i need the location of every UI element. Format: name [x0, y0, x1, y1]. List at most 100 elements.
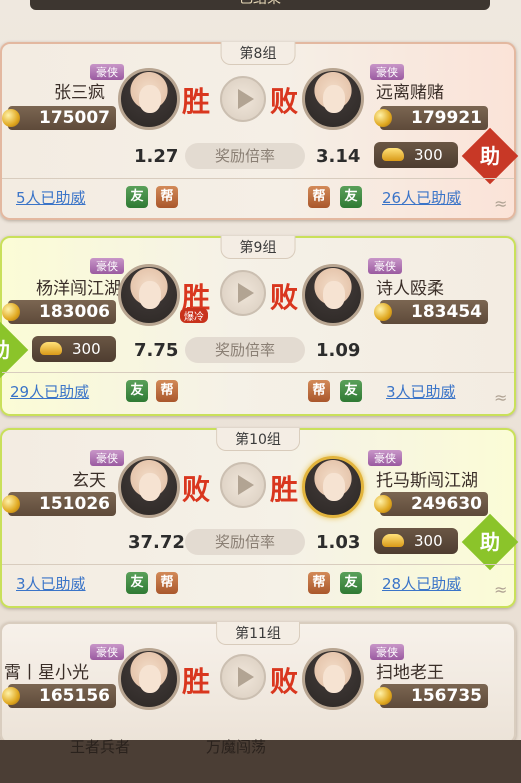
power-coin-icon	[2, 495, 20, 513]
hero-tag: 豪侠	[90, 644, 124, 660]
reward-rate-label: 奖励倍率	[185, 529, 305, 555]
replay-play-button[interactable]	[220, 270, 266, 316]
left-avatar[interactable]	[118, 264, 180, 326]
right-odds: 3.14	[316, 146, 361, 167]
power-coin-icon	[374, 687, 392, 705]
right-player-name: 远离赌赌	[376, 83, 444, 103]
upset-badge: 爆冷	[180, 308, 208, 323]
left-avatar[interactable]	[118, 68, 180, 130]
friend-button[interactable]: 友	[126, 380, 148, 402]
hero-tag: 豪侠	[90, 450, 124, 466]
replay-play-button[interactable]	[220, 462, 266, 508]
assist-marker: 助	[0, 321, 29, 379]
right-power: 183454	[380, 300, 488, 324]
bet-amount-badge: 300	[32, 336, 116, 362]
decoration-swirl-icon: ≈	[494, 580, 508, 599]
power-coin-icon	[2, 687, 20, 705]
guild-button[interactable]: 帮	[156, 572, 178, 594]
right-cheer-count-link[interactable]: 28人已助威	[382, 573, 461, 594]
group-label: 第9组	[220, 236, 296, 259]
right-power: 179921	[380, 106, 488, 130]
replay-play-button[interactable]	[220, 76, 266, 122]
bet-amount: 300	[414, 146, 443, 164]
guild-button[interactable]: 帮	[156, 380, 178, 402]
left-odds: 37.72	[128, 532, 185, 553]
assist-marker: 助	[461, 513, 519, 571]
match-card-11: 第11组 豪侠 霄丨星小光 165156 胜 败 豪侠 扫地老王 156735	[0, 622, 516, 744]
left-odds: 7.75	[134, 340, 179, 361]
left-odds: 1.27	[134, 146, 179, 167]
assist-marker: 助	[461, 127, 519, 185]
hero-tag: 豪侠	[368, 450, 402, 466]
friend-button[interactable]: 友	[340, 380, 362, 402]
power-coin-icon	[374, 303, 392, 321]
footer-right-name: 万魔闯荡	[206, 738, 267, 756]
left-avatar[interactable]	[118, 456, 180, 518]
gold-ingot-icon	[40, 342, 62, 355]
left-avatar[interactable]	[118, 648, 180, 710]
decoration-swirl-icon: ≈	[494, 194, 508, 213]
left-result-win: 胜	[182, 665, 211, 698]
right-avatar[interactable]	[302, 264, 364, 326]
bet-amount: 300	[72, 340, 101, 358]
right-cheer-count-link[interactable]: 26人已助威	[382, 187, 461, 208]
bet-amount-badge: 300	[374, 142, 458, 168]
left-cheer-count-link[interactable]: 3人已助威	[16, 573, 86, 594]
group-label: 第8组	[220, 42, 296, 65]
left-player-name: 杨洋闯江湖	[36, 279, 121, 299]
hero-tag: 豪侠	[368, 258, 402, 274]
right-result-win: 胜	[270, 473, 299, 506]
friend-button[interactable]: 友	[126, 186, 148, 208]
right-player-name: 托马斯闯江湖	[376, 471, 478, 491]
power-coin-icon	[374, 495, 392, 513]
match-card-9: 第9组 豪侠 杨洋闯江湖 183006 胜 爆冷 败 豪侠 诗人殴柔 18345…	[0, 236, 516, 416]
gold-ingot-icon	[382, 534, 404, 547]
guild-button[interactable]: 帮	[156, 186, 178, 208]
right-player-name: 扫地老王	[376, 663, 444, 683]
right-power: 249630	[380, 492, 488, 516]
right-power: 156735	[380, 684, 488, 708]
reward-rate-label: 奖励倍率	[185, 337, 305, 363]
left-cheer-count-link[interactable]: 29人已助威	[10, 381, 89, 402]
friend-button[interactable]: 友	[340, 572, 362, 594]
right-avatar[interactable]	[302, 648, 364, 710]
decoration-swirl-icon: ≈	[494, 388, 508, 407]
left-power: 183006	[8, 300, 116, 324]
bet-amount: 300	[414, 532, 443, 550]
right-avatar[interactable]	[302, 68, 364, 130]
friend-button[interactable]: 友	[340, 186, 362, 208]
left-cheer-count-link[interactable]: 5人已助威	[16, 187, 86, 208]
friend-button[interactable]: 友	[126, 572, 148, 594]
left-result-lose: 败	[182, 473, 211, 506]
footer-left-name: 王者兵者	[70, 738, 131, 756]
gold-ingot-icon	[382, 148, 404, 161]
right-player-name: 诗人殴柔	[376, 279, 444, 299]
guild-button[interactable]: 帮	[308, 380, 330, 402]
right-cheer-count-link[interactable]: 3人已助威	[386, 381, 456, 402]
group-label: 第11组	[216, 622, 300, 645]
left-result-win: 胜	[182, 85, 211, 118]
left-power: 165156	[8, 684, 116, 708]
match-card-10: 第10组 豪侠 玄天 151026 败 胜 豪侠 托马斯闯江湖 249630 3…	[0, 428, 519, 608]
power-coin-icon	[2, 303, 20, 321]
guild-button[interactable]: 帮	[308, 186, 330, 208]
right-odds: 1.09	[316, 340, 361, 361]
right-avatar[interactable]	[302, 456, 364, 518]
power-coin-icon	[2, 109, 20, 127]
hero-tag: 豪侠	[90, 258, 124, 274]
match-card-8: 第8组 豪侠 张三疯 175007 胜 败 豪侠 远离赌赌 179921 1.2…	[0, 42, 519, 220]
right-result-lose: 败	[270, 281, 299, 314]
left-power: 151026	[8, 492, 116, 516]
left-player-name: 张三疯	[54, 83, 105, 103]
left-power: 175007	[8, 106, 116, 130]
page-title: 已结束	[30, 0, 490, 10]
right-result-lose: 败	[270, 665, 299, 698]
group-label: 第10组	[216, 428, 300, 451]
left-player-name: 霄丨星小光	[4, 663, 89, 683]
right-odds: 1.03	[316, 532, 361, 553]
power-coin-icon	[374, 109, 392, 127]
bet-amount-badge: 300	[374, 528, 458, 554]
guild-button[interactable]: 帮	[308, 572, 330, 594]
left-player-name: 玄天	[72, 471, 106, 491]
replay-play-button[interactable]	[220, 654, 266, 700]
